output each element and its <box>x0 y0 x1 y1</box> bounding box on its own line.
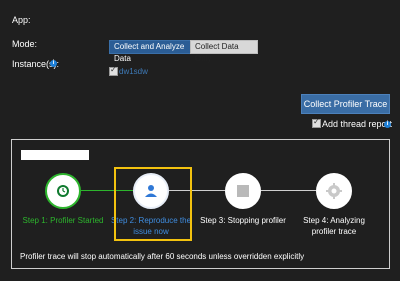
stop-icon <box>237 185 249 197</box>
app-label: App: <box>12 15 31 25</box>
thread-report-label: Add thread report <box>322 119 393 129</box>
instance-name: dw1sdw <box>119 67 148 76</box>
clock-icon <box>57 185 69 197</box>
mode-collect-analyze-button[interactable]: Collect and Analyze Data <box>109 40 198 63</box>
step-4-circle <box>316 173 352 209</box>
thread-report-info-icon[interactable]: i <box>384 121 391 128</box>
redacted-bar <box>21 150 89 160</box>
connector-3 <box>261 190 316 191</box>
step-4-label: Step 4: Analyzing profiler trace <box>303 216 365 236</box>
thread-report-checkbox[interactable] <box>312 117 321 128</box>
gear-icon <box>326 183 342 199</box>
collect-profiler-trace-button[interactable]: Collect Profiler Trace <box>301 94 390 114</box>
step-1-label: Step 1: Profiler Started <box>22 216 104 225</box>
mode-collect-only-button[interactable]: Collect Data Only <box>190 40 258 63</box>
step-3-circle <box>225 173 261 209</box>
auto-stop-note: Profiler trace will stop automatically a… <box>20 252 305 261</box>
current-step-highlight <box>114 167 192 241</box>
info-icon[interactable]: i <box>50 60 57 67</box>
step-1-circle <box>45 173 81 209</box>
mode-label: Mode: <box>12 39 38 49</box>
instance-checkbox[interactable] <box>109 65 118 76</box>
step-3-label: Step 3: Stopping profiler <box>200 216 286 225</box>
profiler-panel: App: Mode: Collect and Analyze Data Coll… <box>0 0 400 281</box>
